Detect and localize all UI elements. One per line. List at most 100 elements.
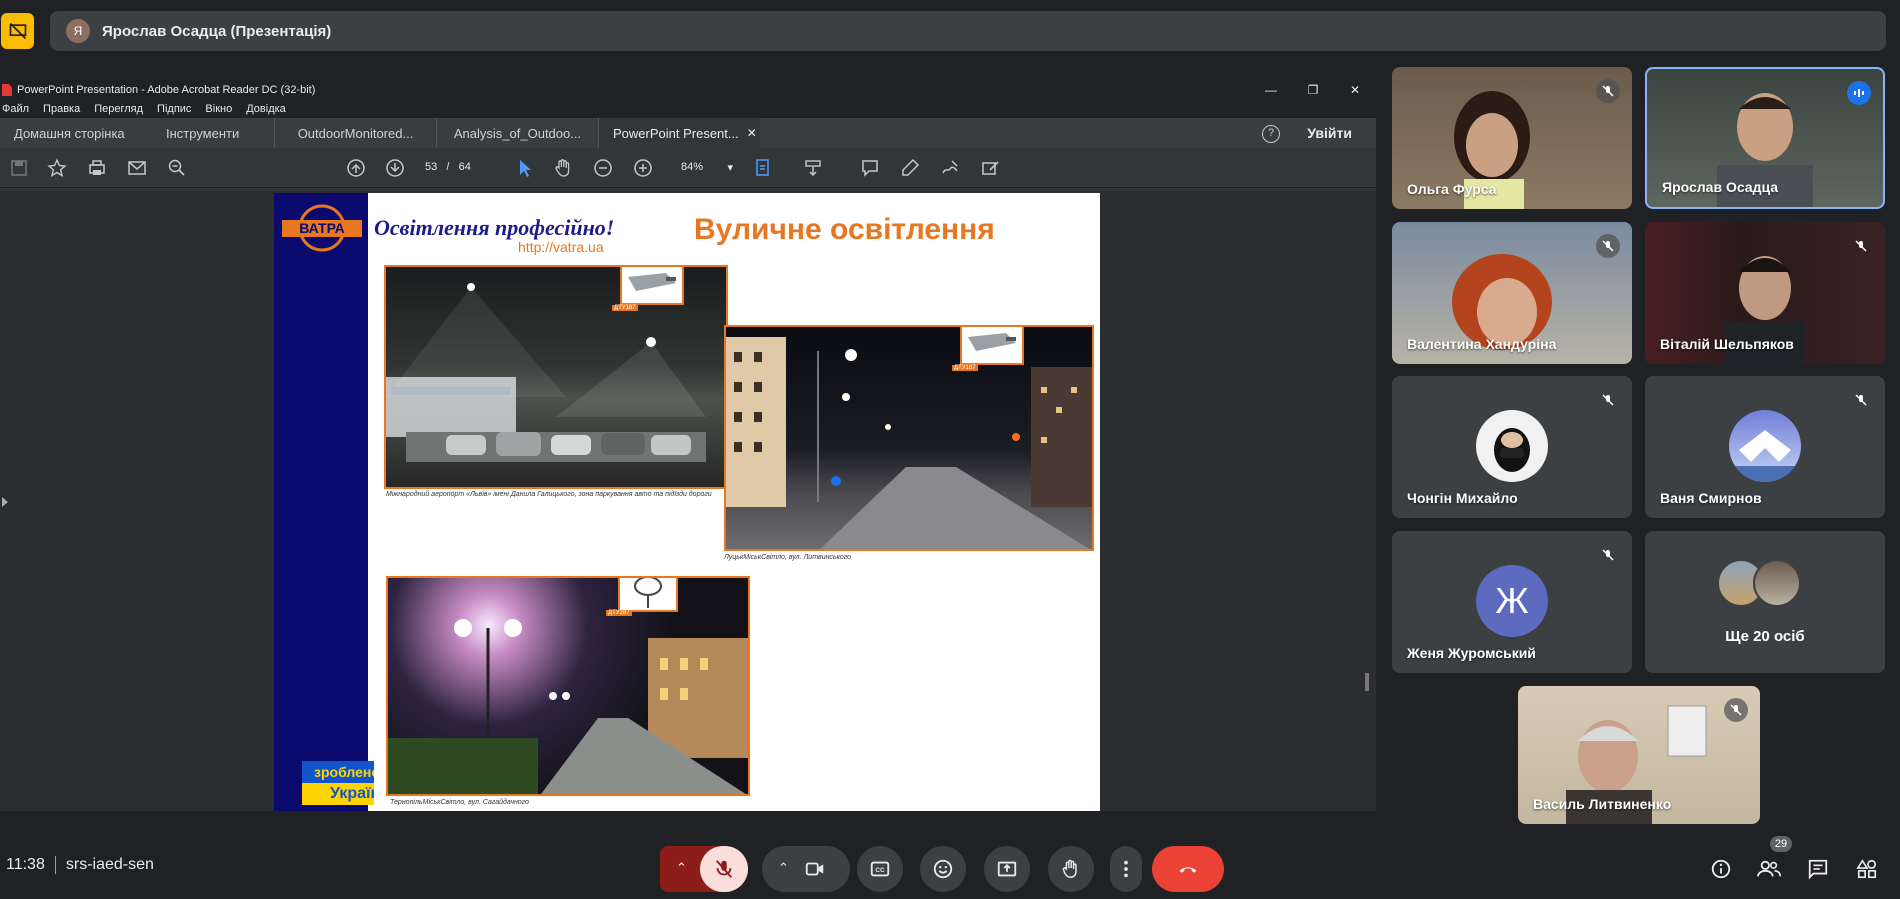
lamp-inset-3 xyxy=(618,578,678,612)
hand-tool-icon[interactable] xyxy=(553,158,573,178)
sign-in-button[interactable]: Увійти xyxy=(1307,125,1352,141)
chevron-up-icon[interactable]: ⌃ xyxy=(778,860,789,876)
pdf-icon xyxy=(2,84,12,96)
more-avatars xyxy=(1717,559,1813,607)
presenter-pill: Я Ярослав Осадца (Презентація) xyxy=(50,11,1886,51)
tab-document-1[interactable]: OutdoorMonitored... xyxy=(274,118,436,148)
photo-ternopil-alley: ДТУ287 xyxy=(386,576,750,796)
end-call-button[interactable] xyxy=(1152,846,1224,892)
email-icon[interactable] xyxy=(127,158,147,178)
close-tab-icon[interactable]: ✕ xyxy=(747,126,757,140)
scrollbar-thumb[interactable] xyxy=(1365,673,1369,691)
zoom-search-icon[interactable] xyxy=(167,158,187,178)
participant-name: Віталій Шельпяков xyxy=(1660,336,1794,352)
camera-button[interactable] xyxy=(804,858,826,885)
zoom-in-icon[interactable] xyxy=(633,158,653,178)
scroll-mode-icon[interactable] xyxy=(803,158,823,178)
activities-button[interactable] xyxy=(1855,857,1879,881)
chat-button[interactable] xyxy=(1806,857,1830,881)
zoom-select[interactable]: 84% ▾ xyxy=(681,161,733,174)
participant-tile[interactable]: Василь Литвиненко xyxy=(1518,686,1760,824)
more-options-button[interactable] xyxy=(1110,846,1142,892)
acrobat-toolbar: 53 / 64 84% ▾ xyxy=(0,148,1376,188)
avatar xyxy=(1753,559,1801,607)
participant-name: Ярослав Осадца xyxy=(1662,179,1779,195)
tab-document-active[interactable]: PowerPoint Present... ✕ xyxy=(598,118,760,148)
chat-icon xyxy=(1808,859,1828,880)
participant-name: Василь Литвиненко xyxy=(1533,796,1672,812)
chevron-up-icon[interactable]: ⌃ xyxy=(676,860,687,876)
raise-hand-button[interactable] xyxy=(1048,846,1094,892)
help-icon[interactable]: ? xyxy=(1262,125,1280,143)
bookmark-star-icon[interactable] xyxy=(47,158,67,178)
highlight-pen-icon[interactable] xyxy=(900,158,920,178)
print-icon[interactable] xyxy=(87,158,107,178)
mic-off-button[interactable] xyxy=(700,846,748,892)
participant-name: Валентина Хандуріна xyxy=(1407,336,1557,352)
menu-view[interactable]: Перегляд xyxy=(94,103,143,115)
street-lamp-icon xyxy=(628,273,676,291)
restore-icon[interactable]: ❐ xyxy=(1292,80,1334,100)
window-controls: — ❐ ✕ xyxy=(1250,80,1376,100)
caption-1: Міжнародний аеропорт «Львів» імені Данил… xyxy=(386,491,712,498)
menu-file[interactable]: Файл xyxy=(2,103,29,115)
participant-tile[interactable]: Віталій Шельпяков xyxy=(1645,222,1885,364)
shared-screen-acrobat: PowerPoint Presentation - Adobe Acrobat … xyxy=(0,80,1376,811)
slide-title: Вуличне освітлення xyxy=(694,213,995,246)
street-lamp-icon xyxy=(968,333,1016,351)
minimize-icon[interactable]: — xyxy=(1250,80,1292,100)
mic-control-group: ⌃ xyxy=(660,846,748,892)
people-button[interactable] xyxy=(1757,857,1781,881)
participant-tile[interactable]: Ольга Фурса xyxy=(1392,67,1632,209)
more-vert-icon xyxy=(1124,860,1128,878)
participant-tile[interactable]: Чонгін Михайло xyxy=(1392,376,1632,518)
tab-tools[interactable]: Інструменти xyxy=(162,118,274,148)
stop-presenting-icon[interactable] xyxy=(1,13,34,49)
svg-text:CC: CC xyxy=(875,867,885,874)
fill-form-icon[interactable] xyxy=(980,158,1000,178)
save-icon[interactable] xyxy=(9,158,29,178)
lamp-inset-2 xyxy=(960,327,1024,365)
present-screen-button[interactable] xyxy=(984,846,1030,892)
slide-url: http://vatra.ua xyxy=(518,239,604,255)
avatar xyxy=(1729,410,1801,482)
menu-sign[interactable]: Підпис xyxy=(157,103,191,115)
close-window-icon[interactable]: ✕ xyxy=(1334,80,1376,100)
photo-lutsk-street: ДТУ187 xyxy=(724,325,1094,551)
panel-expand-icon[interactable] xyxy=(2,497,8,507)
menu-help[interactable]: Довідка xyxy=(246,103,286,115)
previous-page-icon[interactable] xyxy=(346,158,366,178)
next-page-icon[interactable] xyxy=(385,158,405,178)
captions-button[interactable]: CC xyxy=(857,846,903,892)
tab-document-2[interactable]: Analysis_of_Outdoo... xyxy=(436,118,598,148)
select-cursor-icon[interactable] xyxy=(515,158,535,178)
made-in-ukraine-badge: зроблено Україн xyxy=(302,761,374,805)
page-number-indicator[interactable]: 53 / 64 xyxy=(425,161,471,173)
reactions-button[interactable] xyxy=(920,846,966,892)
mic-off-icon xyxy=(1724,698,1748,722)
acrobat-tabs: Домашня сторінка Інструменти OutdoorMoni… xyxy=(0,118,1376,148)
menu-edit[interactable]: Правка xyxy=(43,103,80,115)
mic-off-icon xyxy=(1596,388,1620,412)
zoom-out-icon[interactable] xyxy=(593,158,613,178)
fit-page-icon[interactable] xyxy=(753,158,773,178)
sign-icon[interactable] xyxy=(940,158,960,178)
page-current[interactable]: 53 xyxy=(425,161,437,173)
info-icon xyxy=(1711,859,1731,879)
menu-window[interactable]: Вікно xyxy=(205,103,232,115)
tab-home[interactable]: Домашня сторінка xyxy=(0,118,162,148)
meeting-details-button[interactable] xyxy=(1709,857,1733,881)
vatra-logo-text: ВАТРА xyxy=(299,220,345,236)
participant-tile-speaking[interactable]: Ярослав Осадца xyxy=(1645,67,1885,209)
activities-icon xyxy=(1856,859,1877,879)
participant-tile[interactable]: Ж Женя Журомський xyxy=(1392,531,1632,673)
more-participants-tile[interactable]: Ще 20 осіб xyxy=(1645,531,1885,673)
slide-slogan: Освітлення професійно! xyxy=(374,215,615,240)
participant-tile[interactable]: Валентина Хандуріна xyxy=(1392,222,1632,364)
presenter-title: Ярослав Осадца (Презентація) xyxy=(102,22,332,40)
participant-tile[interactable]: Ваня Смирнов xyxy=(1645,376,1885,518)
badge-bottom-text: Україн xyxy=(302,783,374,805)
participant-name: Ваня Смирнов xyxy=(1660,490,1762,506)
page-total: 64 xyxy=(458,161,471,173)
comment-icon[interactable] xyxy=(860,158,880,178)
